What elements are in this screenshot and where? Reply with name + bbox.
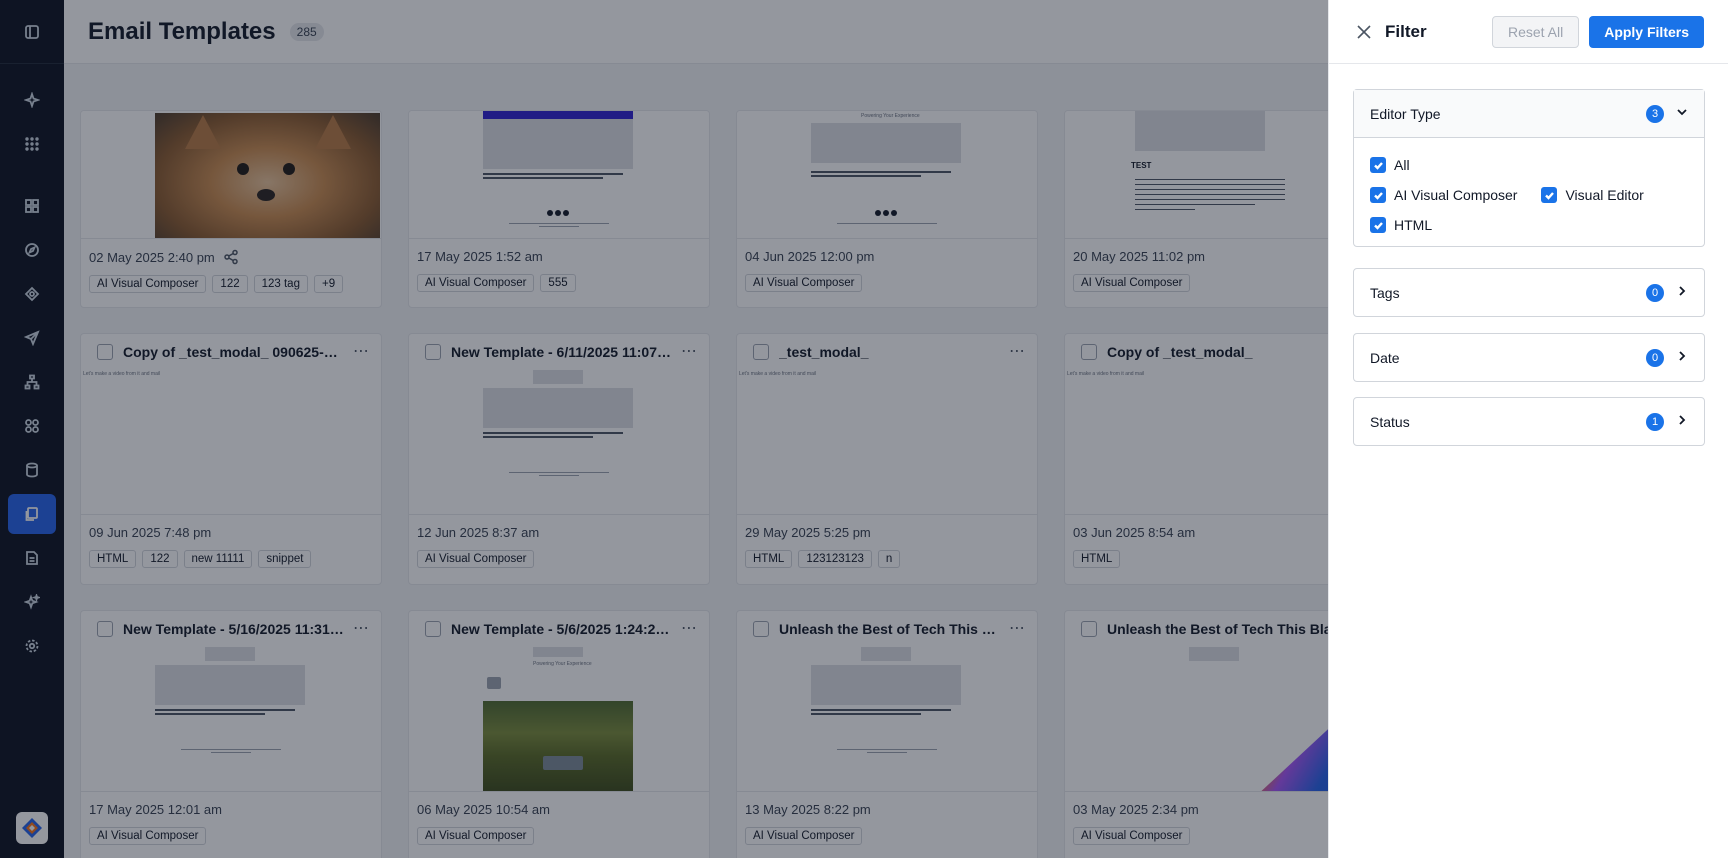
status-count: 1 [1646,412,1664,431]
reset-all-button[interactable]: Reset All [1491,15,1580,48]
editor-type-options: All AI Visual Composer Visual Editor HTM… [1354,137,1704,246]
option-label: HTML [1394,217,1433,233]
date-header[interactable]: Date 0 [1354,334,1704,381]
tags-section: Tags 0 [1353,268,1705,317]
tags-title: Tags [1370,284,1400,301]
tags-count: 0 [1646,283,1664,302]
checkbox-checked-icon[interactable] [1541,187,1558,203]
option-html[interactable]: HTML [1370,217,1432,233]
editor-type-section: Editor Type 3 All AI Visual Composer Vis… [1353,89,1705,247]
filter-panel: Filter Reset All Apply Filters Editor Ty… [1328,0,1728,858]
option-label: All [1394,157,1410,173]
chevron-right-icon[interactable] [1676,349,1688,367]
option-label: Visual Editor [1565,187,1644,203]
chevron-down-icon[interactable] [1676,105,1688,123]
status-section: Status 1 [1353,397,1705,446]
date-count: 0 [1646,348,1664,367]
checkbox-checked-icon[interactable] [1370,187,1386,203]
tags-header[interactable]: Tags 0 [1354,269,1704,316]
chevron-right-icon[interactable] [1676,413,1688,431]
option-visual-editor[interactable]: Visual Editor [1541,187,1644,203]
close-icon[interactable] [1355,23,1373,41]
editor-type-header[interactable]: Editor Type 3 [1354,90,1704,137]
chevron-right-icon[interactable] [1676,284,1688,302]
filter-title: Filter [1385,21,1427,41]
checkbox-checked-icon[interactable] [1370,157,1386,173]
status-header[interactable]: Status 1 [1354,398,1704,445]
editor-type-count: 3 [1646,104,1664,123]
option-ai-visual-composer[interactable]: AI Visual Composer [1370,187,1517,203]
apply-filters-button[interactable]: Apply Filters [1589,15,1704,48]
date-title: Date [1370,349,1400,366]
checkbox-checked-icon[interactable] [1370,217,1386,233]
editor-type-title: Editor Type [1370,105,1441,122]
status-title: Status [1370,413,1410,430]
date-section: Date 0 [1353,333,1705,382]
option-label: AI Visual Composer [1394,187,1518,203]
option-all[interactable]: All [1370,157,1410,173]
filter-panel-header: Filter Reset All Apply Filters [1329,0,1728,64]
